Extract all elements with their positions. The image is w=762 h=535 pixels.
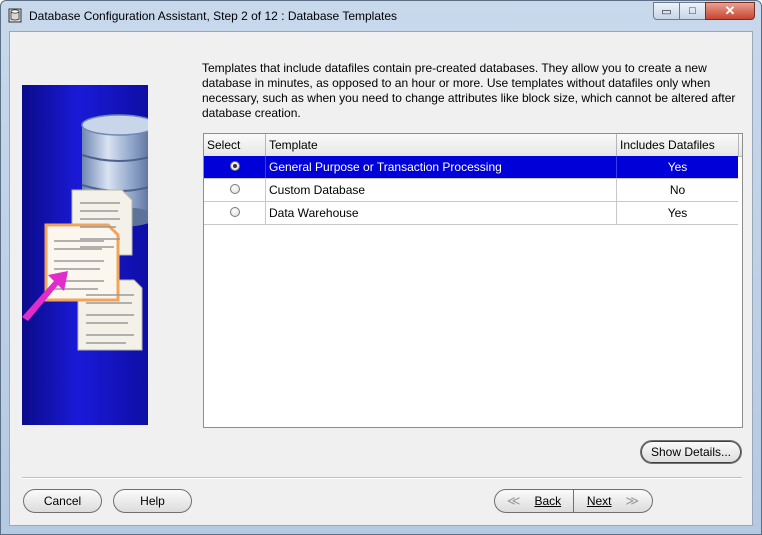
help-button[interactable]: Help (113, 489, 192, 513)
cancel-label: Cancel (43, 494, 82, 508)
template-name: Custom Database (266, 179, 617, 201)
template-name: Data Warehouse (266, 202, 617, 224)
chevron-right-icon: ≫ (625, 493, 640, 508)
database-app-icon (8, 8, 22, 23)
template-radio-custom-database[interactable] (230, 184, 240, 194)
table-row[interactable]: Custom Database No (204, 179, 738, 202)
window-title: Database Configuration Assistant, Step 2… (29, 9, 398, 23)
close-button[interactable]: ✕ (705, 2, 755, 20)
column-header-select[interactable]: Select (204, 134, 266, 156)
select-cell (204, 156, 266, 178)
column-header-includes-datafiles[interactable]: Includes Datafiles (617, 134, 739, 156)
templates-table: Select Template Includes Datafiles Gener… (203, 133, 743, 428)
footer-divider (22, 477, 742, 479)
minimize-icon: ▭ (661, 5, 672, 18)
includes-datafiles-value: Yes (667, 206, 688, 220)
select-cell (204, 202, 266, 224)
template-name: General Purpose or Transaction Processin… (266, 156, 617, 178)
help-label: Help (140, 494, 165, 508)
column-header-template[interactable]: Template (266, 134, 617, 156)
select-cell (204, 179, 266, 201)
table-row[interactable]: Data Warehouse Yes (204, 202, 738, 225)
show-details-button[interactable]: Show Details... (640, 440, 742, 464)
template-radio-data-warehouse[interactable] (230, 207, 240, 217)
cancel-button[interactable]: Cancel (23, 489, 102, 513)
table-header: Select Template Includes Datafiles (204, 134, 742, 157)
chevron-left-icon: ≪ (506, 493, 521, 508)
close-icon: ✕ (724, 3, 736, 18)
minimize-button[interactable]: ▭ (653, 2, 680, 20)
wizard-illustration (22, 85, 148, 425)
database-documents-illustration-icon (22, 114, 148, 351)
back-label: Back (534, 494, 562, 508)
title-bar[interactable]: Database Configuration Assistant, Step 2… (1, 1, 761, 31)
wizard-panel: Templates that include datafiles contain… (9, 31, 753, 526)
next-button[interactable]: Next ≫ (573, 489, 653, 513)
includes-datafiles-value: No (669, 183, 686, 197)
template-radio-general-purpose[interactable] (230, 161, 240, 171)
next-label: Next (586, 494, 612, 508)
dbca-window: Database Configuration Assistant, Step 2… (0, 0, 762, 535)
table-row[interactable]: General Purpose or Transaction Processin… (204, 156, 738, 179)
includes-datafiles-value: Yes (667, 160, 688, 174)
show-details-label: Show Details... (650, 445, 732, 459)
back-button[interactable]: ≪ Back (494, 489, 574, 513)
maximize-icon: □ (689, 5, 696, 17)
maximize-button[interactable]: □ (679, 2, 706, 20)
template-description: Templates that include datafiles contain… (202, 61, 736, 120)
